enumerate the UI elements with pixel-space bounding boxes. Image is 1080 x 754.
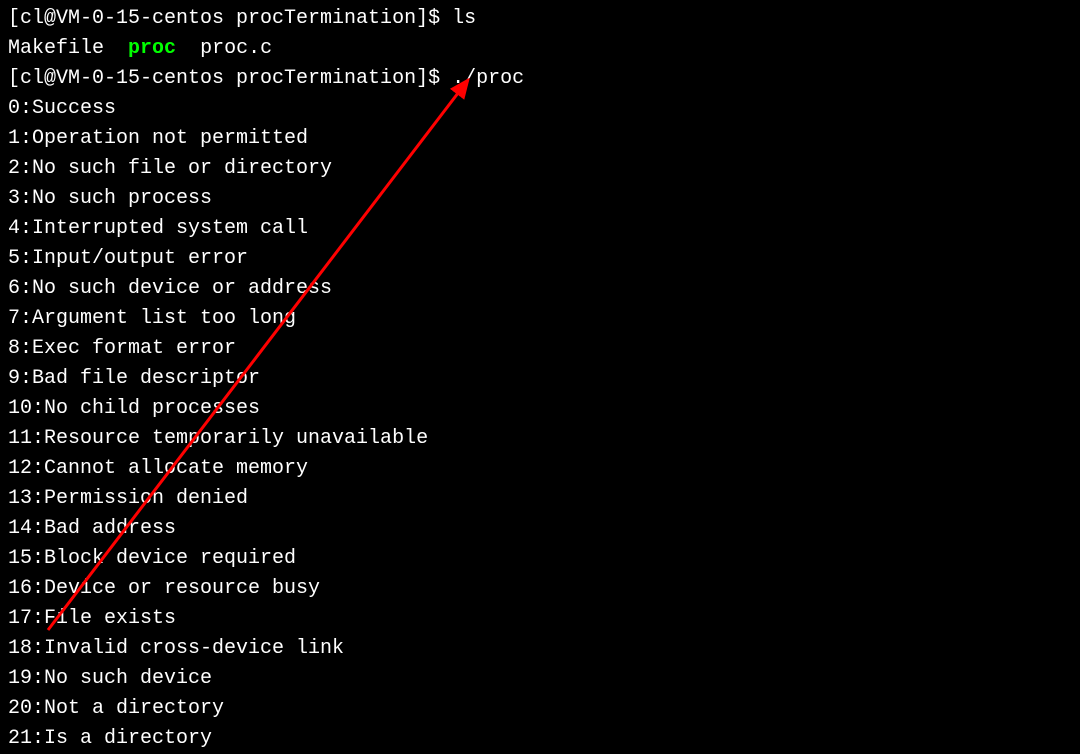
error-line: 7:Argument list too long [8,304,1072,334]
error-line: 19:No such device [8,664,1072,694]
file-proc-c: proc.c [200,37,272,60]
error-line: 4:Interrupted system call [8,214,1072,244]
error-line: 3:No such process [8,184,1072,214]
error-line: 0:Success [8,94,1072,124]
error-line: 18:Invalid cross-device link [8,634,1072,664]
error-line: 11:Resource temporarily unavailable [8,424,1072,454]
error-line: 10:No child processes [8,394,1072,424]
error-line: 17:File exists [8,604,1072,634]
file-proc-executable: proc [128,37,176,60]
error-line: 13:Permission denied [8,484,1072,514]
file-makefile: Makefile [8,37,104,60]
error-line: 14:Bad address [8,514,1072,544]
error-line: 8:Exec format error [8,334,1072,364]
command-ls: ls [452,7,476,30]
error-line: 15:Block device required [8,544,1072,574]
shell-prompt-2: [cl@VM-0-15-centos procTermination]$ [8,67,452,90]
ls-output-line: Makefile proc proc.c [8,34,1072,64]
error-line: 20:Not a directory [8,694,1072,724]
command-run-proc: ./proc [452,67,524,90]
error-line: 6:No such device or address [8,274,1072,304]
error-line: 16:Device or resource busy [8,574,1072,604]
prompt-line-1[interactable]: [cl@VM-0-15-centos procTermination]$ ls [8,4,1072,34]
error-line: 9:Bad file descriptor [8,364,1072,394]
shell-prompt-1: [cl@VM-0-15-centos procTermination]$ [8,7,452,30]
error-line: 1:Operation not permitted [8,124,1072,154]
prompt-line-2[interactable]: [cl@VM-0-15-centos procTermination]$ ./p… [8,64,1072,94]
error-line: 2:No such file or directory [8,154,1072,184]
error-line: 12:Cannot allocate memory [8,454,1072,484]
error-line: 5:Input/output error [8,244,1072,274]
